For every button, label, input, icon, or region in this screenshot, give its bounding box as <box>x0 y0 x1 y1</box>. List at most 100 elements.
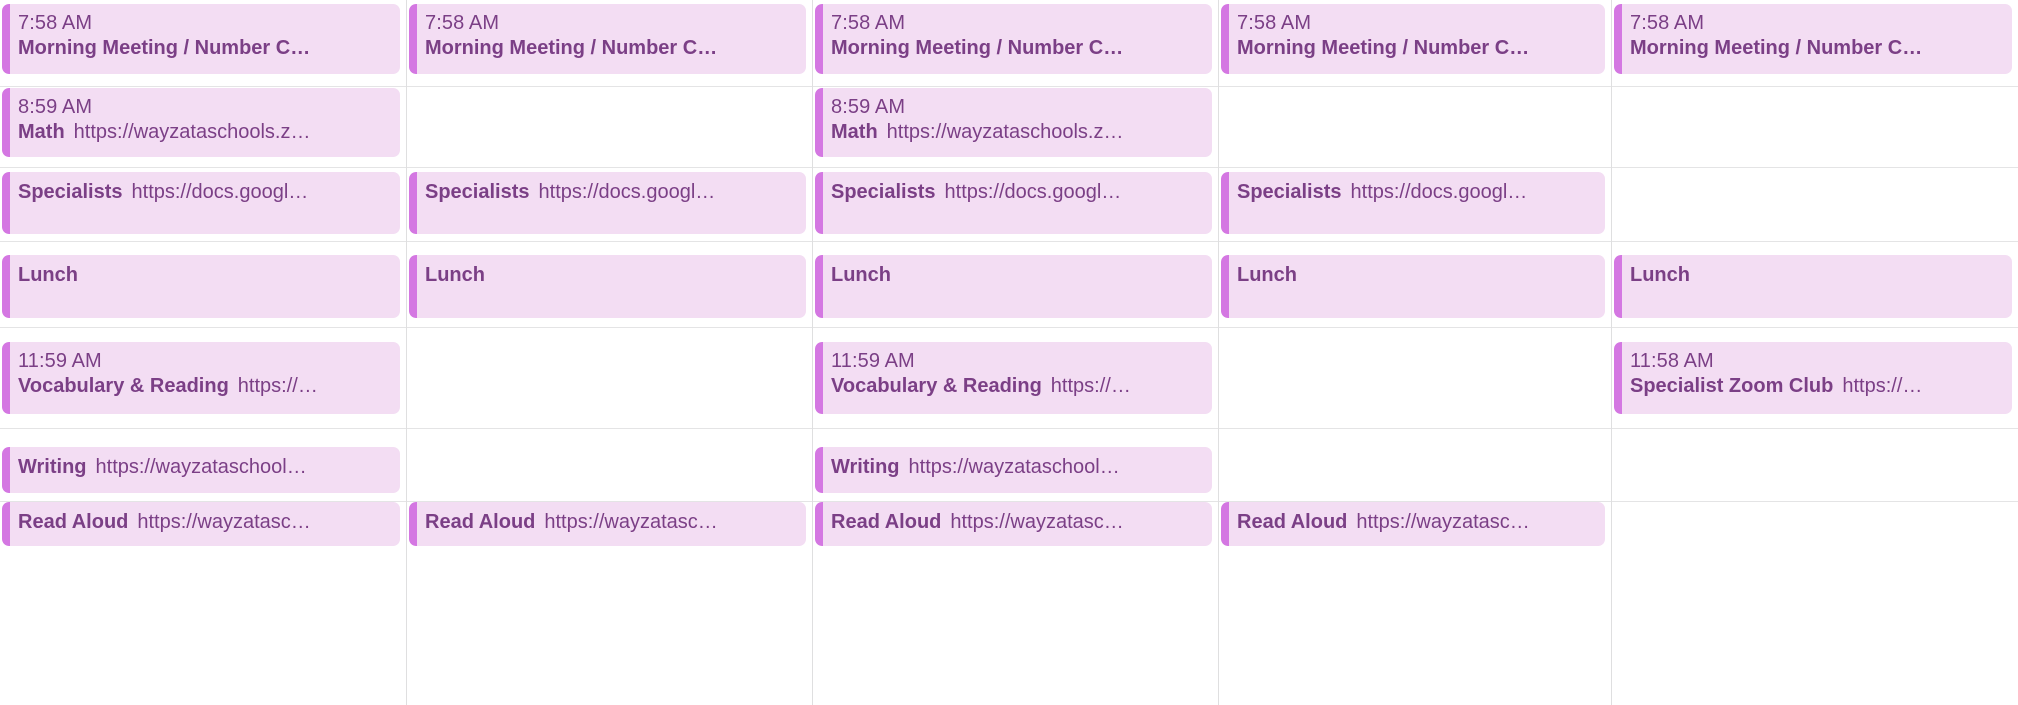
event-time: 7:58 AM <box>1237 12 1312 34</box>
event-title: Math <box>18 121 65 144</box>
event-time: 11:59 AM <box>18 350 102 372</box>
calendar-event[interactable]: Writing https://wayzataschool… <box>2 447 400 493</box>
event-summary-line: Math https://wayzataschools.z… <box>831 120 1202 144</box>
event-summary-line: Morning Meeting / Number C… <box>1630 36 2002 60</box>
calendar-event[interactable]: Read Aloud https://wayzatasc… <box>1221 502 1605 546</box>
calendar-event[interactable]: 11:59 AM Vocabulary & Reading https://… <box>815 342 1212 414</box>
event-time: 7:58 AM <box>18 12 93 34</box>
event-summary-line: Lunch <box>425 263 796 287</box>
event-title: Writing <box>831 456 900 478</box>
event-summary-line: Morning Meeting / Number C… <box>18 36 390 60</box>
event-summary-line: Specialists https://docs.googl… <box>1237 180 1595 204</box>
event-time: 11:59 AM <box>831 350 915 372</box>
event-title: Specialists <box>18 181 123 203</box>
event-title: Morning Meeting / Number C… <box>831 37 1124 60</box>
event-title: Read Aloud <box>1237 511 1348 533</box>
calendar-event[interactable]: 11:59 AM Vocabulary & Reading https://… <box>2 342 400 414</box>
event-summary-line: Read Aloud https://wayzatasc… <box>831 510 1202 534</box>
event-summary-line: Writing https://wayzataschool… <box>18 455 390 479</box>
event-url[interactable]: https://docs.googl… <box>539 181 716 203</box>
event-summary-line: Specialists https://docs.googl… <box>425 180 796 204</box>
event-url[interactable]: https://… <box>1051 375 1131 397</box>
event-time: 7:58 AM <box>831 12 906 34</box>
event-summary-line: Lunch <box>1237 263 1595 287</box>
event-summary-line: Specialists https://docs.googl… <box>18 180 390 204</box>
calendar-event[interactable]: Read Aloud https://wayzatasc… <box>409 502 806 546</box>
calendar-event[interactable]: Lunch <box>1614 255 2012 318</box>
event-title: Lunch <box>18 264 78 286</box>
calendar-event[interactable]: 7:58 AM Morning Meeting / Number C… <box>815 4 1212 74</box>
calendar-event[interactable]: Specialists https://docs.googl… <box>2 172 400 234</box>
event-time: 7:58 AM <box>1630 12 1705 34</box>
calendar-event[interactable]: 11:58 AM Specialist Zoom Club https://… <box>1614 342 2012 414</box>
calendar-event[interactable]: Read Aloud https://wayzatasc… <box>2 502 400 546</box>
event-title: Specialist Zoom Club <box>1630 375 1834 398</box>
event-summary-line: Read Aloud https://wayzatasc… <box>18 510 390 534</box>
event-url[interactable]: https://wayzataschool… <box>96 456 307 478</box>
event-summary-line: Morning Meeting / Number C… <box>1237 36 1595 60</box>
event-summary-line: Specialists https://docs.googl… <box>831 180 1202 204</box>
event-time: 11:58 AM <box>1630 350 1714 372</box>
calendar-event[interactable]: Specialists https://docs.googl… <box>815 172 1212 234</box>
day-column-2: 7:58 AM Morning Meeting / Number C… Specia… <box>407 0 812 705</box>
event-title: Lunch <box>831 264 891 286</box>
event-url[interactable]: https://wayzatasc… <box>950 511 1123 533</box>
event-url[interactable]: https://docs.googl… <box>945 181 1122 203</box>
calendar-event[interactable]: Writing https://wayzataschool… <box>815 447 1212 493</box>
calendar-event[interactable]: Specialists https://docs.googl… <box>409 172 806 234</box>
event-url[interactable]: https://… <box>238 375 318 397</box>
event-url[interactable]: https://wayzatasc… <box>137 511 310 533</box>
event-title: Morning Meeting / Number C… <box>18 37 311 60</box>
event-title: Vocabulary & Reading <box>831 375 1042 398</box>
calendar-event[interactable]: Lunch <box>2 255 400 318</box>
event-summary-line: Writing https://wayzataschool… <box>831 455 1202 479</box>
calendar-event[interactable]: 7:58 AM Morning Meeting / Number C… <box>409 4 806 74</box>
event-summary-line: Read Aloud https://wayzatasc… <box>425 510 796 534</box>
event-summary-line: Math https://wayzataschools.z… <box>18 120 390 144</box>
event-title: Lunch <box>1237 264 1297 286</box>
calendar-event[interactable]: 7:58 AM Morning Meeting / Number C… <box>2 4 400 74</box>
event-summary-line: Lunch <box>18 263 390 287</box>
calendar-event[interactable]: Lunch <box>815 255 1212 318</box>
event-title: Specialists <box>831 181 936 203</box>
event-summary-line: Vocabulary & Reading https://… <box>831 374 1202 398</box>
event-url[interactable]: https://wayzataschools.z… <box>887 121 1124 143</box>
calendar-event[interactable]: Lunch <box>1221 255 1605 318</box>
event-title: Writing <box>18 456 87 478</box>
event-summary-line: Read Aloud https://wayzatasc… <box>1237 510 1595 534</box>
event-title: Morning Meeting / Number C… <box>1237 37 1530 60</box>
day-column-1: 7:58 AM Morning Meeting / Number C… 8:59 A… <box>0 0 406 705</box>
event-title: Morning Meeting / Number C… <box>1630 37 1923 60</box>
day-column-5: 7:58 AM Morning Meeting / Number C… Lunch 1… <box>1612 0 2018 705</box>
calendar-event[interactable]: 7:58 AM Morning Meeting / Number C… <box>1614 4 2012 74</box>
event-title: Morning Meeting / Number C… <box>425 37 718 60</box>
event-url[interactable]: https://… <box>1842 375 1922 397</box>
event-title: Vocabulary & Reading <box>18 375 229 398</box>
calendar-event[interactable]: Read Aloud https://wayzatasc… <box>815 502 1212 546</box>
calendar-event[interactable]: 8:59 AM Math https://wayzataschools.z… <box>815 88 1212 157</box>
calendar-event[interactable]: 7:58 AM Morning Meeting / Number C… <box>1221 4 1605 74</box>
calendar-event[interactable]: Lunch <box>409 255 806 318</box>
event-title: Math <box>831 121 878 144</box>
event-url[interactable]: https://docs.googl… <box>132 181 309 203</box>
event-title: Lunch <box>1630 264 1690 286</box>
event-title: Lunch <box>425 264 485 286</box>
calendar-week-grid: 7:58 AM Morning Meeting / Number C… 8:59 A… <box>0 0 2018 705</box>
event-time: 8:59 AM <box>831 96 906 118</box>
event-url[interactable]: https://wayzataschool… <box>909 456 1120 478</box>
event-summary-line: Vocabulary & Reading https://… <box>18 374 390 398</box>
event-time: 7:58 AM <box>425 12 500 34</box>
event-url[interactable]: https://wayzataschools.z… <box>74 121 311 143</box>
event-summary-line: Lunch <box>831 263 1202 287</box>
event-summary-line: Lunch <box>1630 263 2002 287</box>
day-column-3: 7:58 AM Morning Meeting / Number C… 8:59 A… <box>813 0 1218 705</box>
event-url[interactable]: https://docs.googl… <box>1351 181 1528 203</box>
event-url[interactable]: https://wayzatasc… <box>544 511 717 533</box>
event-summary-line: Morning Meeting / Number C… <box>831 36 1202 60</box>
event-summary-line: Morning Meeting / Number C… <box>425 36 796 60</box>
event-time: 8:59 AM <box>18 96 93 118</box>
calendar-event[interactable]: Specialists https://docs.googl… <box>1221 172 1605 234</box>
event-url[interactable]: https://wayzatasc… <box>1356 511 1529 533</box>
day-column-4: 7:58 AM Morning Meeting / Number C… Specia… <box>1219 0 1611 705</box>
calendar-event[interactable]: 8:59 AM Math https://wayzataschools.z… <box>2 88 400 157</box>
